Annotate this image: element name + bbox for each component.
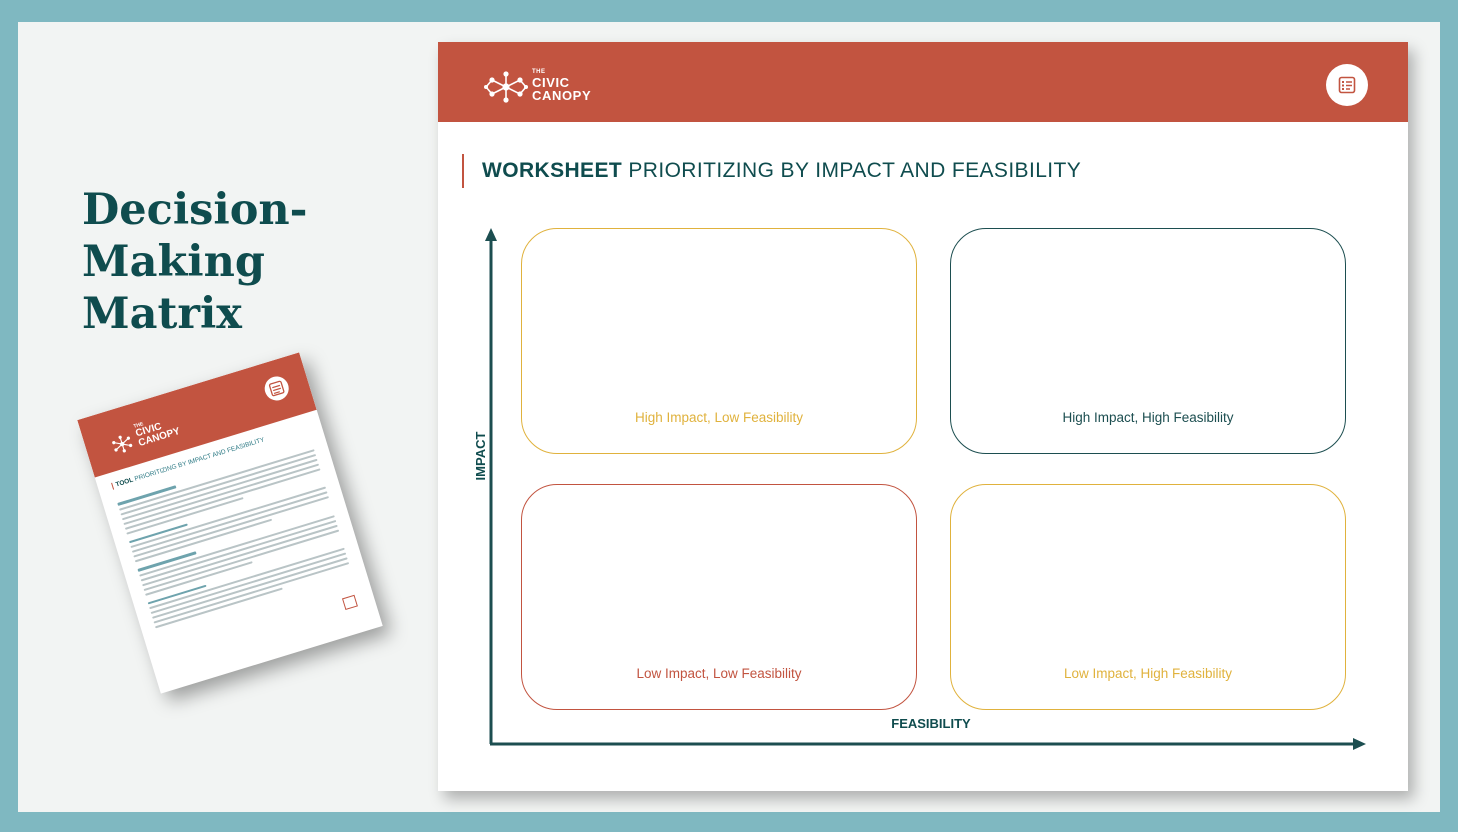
checklist-icon: [261, 373, 292, 404]
network-logo-icon: [112, 435, 133, 453]
x-axis-arrowhead: [1353, 738, 1366, 750]
thumbnail-body-text: [115, 437, 351, 631]
quadrant-low-impact-low-feasibility: Low Impact, Low Feasibility: [521, 484, 917, 710]
quadrant-label: High Impact, High Feasibility: [1062, 410, 1234, 425]
quadrant-label: Low Impact, High Feasibility: [1063, 666, 1233, 681]
y-axis-arrowhead: [485, 228, 497, 241]
quadrant-low-impact-high-feasibility: Low Impact, High Feasibility: [950, 484, 1346, 710]
slide-title-line: Making: [82, 237, 265, 287]
quadrant-label: High Impact, Low Feasibility: [634, 410, 804, 425]
slide-title-line: Matrix: [82, 289, 242, 339]
y-axis-label: IMPACT: [472, 431, 488, 481]
quadrant-label: Low Impact, Low Feasibility: [636, 666, 802, 681]
slide-title: Decision- Making Matrix: [82, 184, 308, 340]
x-axis-label: FEASIBILITY: [891, 716, 971, 731]
slide-title-line: Decision-: [82, 185, 308, 235]
quadrant-high-impact-high-feasibility: High Impact, High Feasibility: [950, 228, 1346, 454]
quadrant-high-impact-low-feasibility: High Impact, Low Feasibility: [521, 228, 917, 454]
worksheet-page: THE CIVIC CANOPY WORKSHEET PRIORITIZING …: [438, 42, 1408, 791]
thumbnail-brand: THE CIVIC CANOPY: [133, 412, 182, 449]
thumbnail-stamp-icon: [341, 594, 358, 611]
thumbnail-kind: TOOL: [114, 476, 135, 489]
